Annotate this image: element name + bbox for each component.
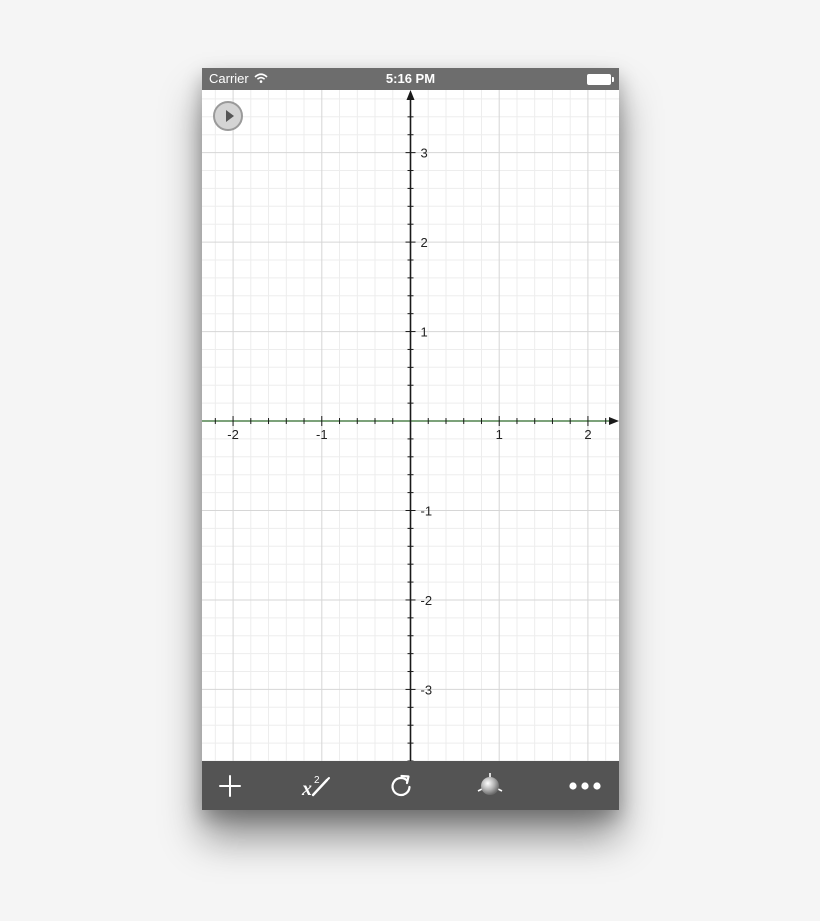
y-axis-tick-label: 2 bbox=[421, 235, 428, 250]
status-bar: Carrier 5:16 PM bbox=[202, 68, 619, 90]
x-axis-tick-label: -1 bbox=[316, 427, 328, 442]
svg-text:2: 2 bbox=[314, 775, 320, 786]
sphere-icon bbox=[477, 772, 503, 795]
sphere-button[interactable] bbox=[462, 761, 518, 810]
more-icon bbox=[569, 781, 601, 790]
play-icon bbox=[226, 110, 234, 122]
plus-icon bbox=[219, 774, 241, 797]
y-axis-tick-label: -3 bbox=[421, 682, 433, 697]
phone-screen: Carrier 5:16 PM -2 -1 1 2 3 2 1 -1 -2 -3 x bbox=[202, 68, 619, 810]
play-button[interactable] bbox=[213, 101, 243, 131]
add-button[interactable] bbox=[202, 761, 258, 810]
x-axis-arrow bbox=[609, 417, 619, 426]
x-axis-labels: -2 -1 1 2 bbox=[227, 427, 591, 442]
bottom-toolbar: x 2 bbox=[202, 761, 619, 810]
y-axis-tick-label: -2 bbox=[421, 593, 433, 608]
edit-equation-button[interactable]: x 2 bbox=[288, 761, 344, 810]
equation-edit-icon: x 2 bbox=[301, 775, 330, 799]
more-button[interactable] bbox=[557, 761, 613, 810]
graph-canvas[interactable]: -2 -1 1 2 3 2 1 -1 -2 -3 bbox=[202, 90, 619, 761]
axes bbox=[202, 90, 619, 761]
refresh-button[interactable] bbox=[373, 761, 429, 810]
svg-text:x: x bbox=[301, 778, 312, 799]
refresh-icon bbox=[391, 774, 411, 796]
status-time: 5:16 PM bbox=[385, 71, 436, 86]
x-axis-tick-label: 1 bbox=[496, 427, 503, 442]
y-axis-tick-label: 3 bbox=[421, 146, 428, 161]
battery-icon bbox=[587, 74, 614, 85]
y-axis-tick-label: -1 bbox=[421, 503, 433, 518]
y-axis-tick-label: 1 bbox=[421, 325, 428, 340]
x-axis-tick-label: 2 bbox=[584, 427, 591, 442]
x-axis-tick-label: -2 bbox=[227, 427, 239, 442]
